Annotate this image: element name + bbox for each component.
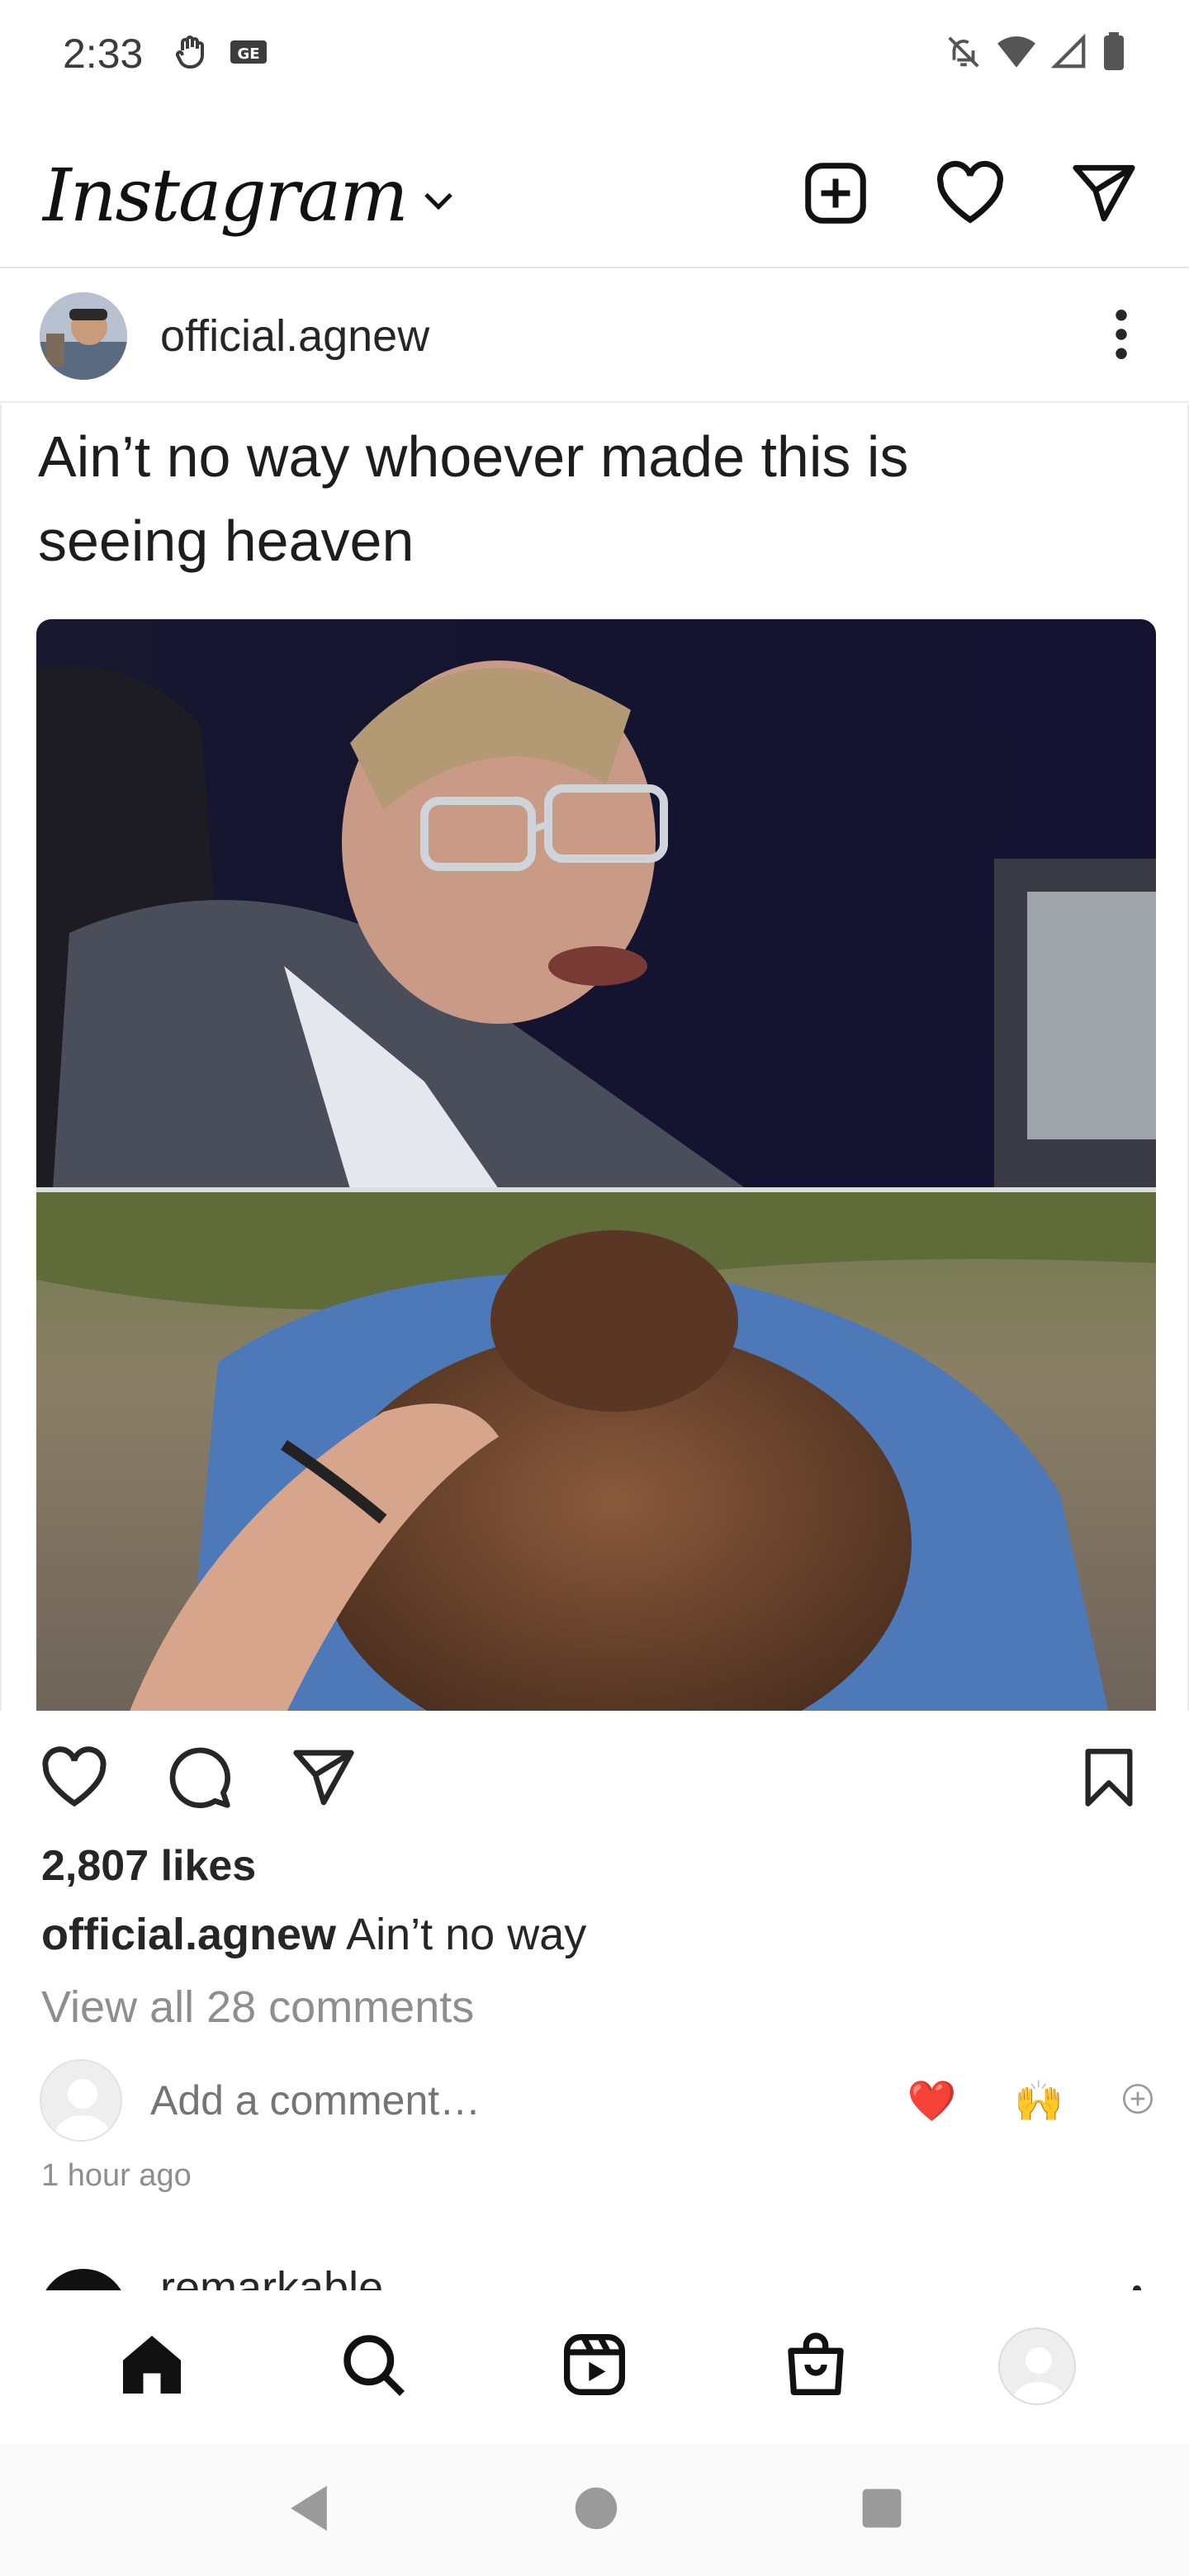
next-post-username[interactable]: remarkable (160, 2262, 383, 2290)
shield-hand-icon (171, 32, 211, 76)
new-post-button[interactable] (801, 159, 870, 232)
nav-home[interactable] (102, 2317, 201, 2416)
quick-emoji-heart[interactable]: ❤️ (907, 2077, 956, 2124)
image-caption-text: Ain’t no way whoever made this is seeing… (38, 424, 909, 573)
battery-icon (1101, 31, 1126, 76)
next-post-more-icon[interactable] (1133, 2285, 1141, 2290)
activity-heart-button[interactable] (935, 160, 1006, 230)
nav-shop[interactable] (766, 2317, 865, 2416)
post-header: official.agnew (0, 271, 1189, 403)
system-navigation-bar (0, 2444, 1189, 2576)
post-timestamp: 1 hour ago (41, 2158, 192, 2193)
reels-icon (561, 2332, 628, 2402)
post-image[interactable]: Ain’t no way whoever made this is seeing… (0, 405, 1189, 1711)
caption-username[interactable]: official.agnew (41, 1910, 336, 1959)
nav-profile[interactable] (988, 2317, 1087, 2416)
search-icon (339, 2330, 408, 2403)
home-icon (117, 2330, 187, 2403)
chevron-down-icon[interactable] (422, 189, 455, 218)
save-bookmark-button[interactable] (1082, 1748, 1136, 1812)
comment-button[interactable] (167, 1745, 233, 1815)
signal-icon (1050, 33, 1088, 75)
notifications-off-icon (945, 33, 983, 75)
profile-avatar-icon (998, 2327, 1076, 2405)
status-bar: 2:33 GE (0, 0, 1189, 107)
bottom-navigation (0, 2292, 1189, 2441)
add-emoji-icon[interactable] (1121, 2082, 1154, 2119)
nav-search[interactable] (324, 2317, 423, 2416)
post-author-avatar[interactable] (40, 292, 127, 380)
add-comment-row: ❤️ 🙌 (40, 2059, 1154, 2142)
more-options-icon[interactable] (1113, 309, 1130, 364)
like-button[interactable] (40, 1745, 109, 1813)
home-circle-icon[interactable] (573, 2485, 619, 2536)
next-post-avatar[interactable] (40, 2269, 127, 2290)
next-post-header: remarkable (40, 2262, 1154, 2290)
recents-square-icon[interactable] (860, 2487, 903, 2534)
app-bar: Instagram (0, 124, 1189, 268)
ge-badge-icon: GE (229, 37, 268, 71)
post-caption: official.agnew Ain’t no way (41, 1909, 586, 1960)
add-comment-input[interactable] (150, 2076, 681, 2124)
nav-reels[interactable] (545, 2317, 644, 2416)
instagram-logo[interactable]: Instagram (43, 153, 409, 238)
share-button[interactable] (291, 1747, 357, 1812)
post-actions (0, 1734, 1189, 1825)
current-user-avatar (40, 2059, 122, 2142)
post-author-username[interactable]: official.agnew (160, 310, 429, 362)
wifi-icon (996, 33, 1037, 75)
direct-messages-button[interactable] (1070, 162, 1138, 229)
meme-photo (36, 619, 1156, 1711)
view-all-comments-link[interactable]: View all 28 comments (41, 1982, 474, 2033)
shop-bag-icon (783, 2332, 849, 2402)
back-triangle-icon[interactable] (286, 2484, 332, 2537)
likes-count[interactable]: 2,807 likes (41, 1841, 256, 1891)
caption-text: Ain’t no way (336, 1910, 587, 1959)
svg-text:GE: GE (238, 45, 260, 63)
quick-emoji-raised-hands[interactable]: 🙌 (1014, 2077, 1063, 2124)
status-time: 2:33 (63, 31, 144, 77)
